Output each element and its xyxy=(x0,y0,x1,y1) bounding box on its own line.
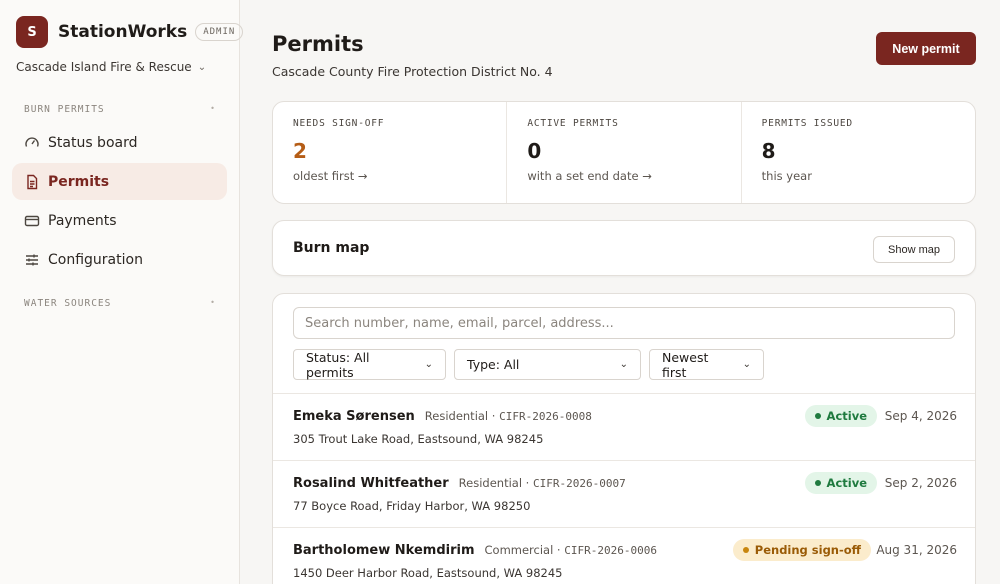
permit-type: Residential xyxy=(424,409,489,423)
sidebar-item-configuration[interactable]: Configuration xyxy=(12,241,227,278)
chevron-down-icon: ⌄ xyxy=(619,359,628,370)
section-burn-permits[interactable]: BURN PERMITS • xyxy=(24,104,216,115)
chevron-down-icon: ⌄ xyxy=(197,61,207,73)
permit-row[interactable]: Rosalind Whitfeather Residential · CIFR-2… xyxy=(273,460,975,527)
sidebar-item-status-board[interactable]: Status board xyxy=(12,124,227,161)
status-badge: Active xyxy=(804,405,877,427)
permit-date: Sep 4, 2026 xyxy=(884,409,957,423)
select-value: Newest first xyxy=(662,349,709,380)
permit-name: Emeka Sørensen xyxy=(293,409,415,424)
stat-value: 2 xyxy=(293,139,307,163)
permit-meta: Residential · CIFR-2026-0007 xyxy=(458,476,626,490)
stats-panel: NEEDS SIGN-OFF 2 oldest first → ACTIVE P… xyxy=(272,101,976,204)
show-map-button[interactable]: Show map xyxy=(873,236,955,263)
collapse-dot-icon: • xyxy=(210,298,216,307)
status-dot-icon xyxy=(742,547,749,553)
permit-name-line: Rosalind Whitfeather Residential · CIFR-2… xyxy=(293,476,626,491)
sidebar-item-label: Configuration xyxy=(48,251,143,268)
gauge-icon xyxy=(24,135,40,151)
status-text: Active xyxy=(826,409,867,423)
role-badge: ADMIN xyxy=(195,23,244,41)
sidebar-item-label: Payments xyxy=(48,212,117,229)
stat-link[interactable]: with a set end date → xyxy=(527,169,720,183)
stat-value: 0 xyxy=(527,139,542,163)
document-icon xyxy=(24,174,40,190)
credit-card-icon xyxy=(24,213,40,229)
permit-number: CIFR-2026-0008 xyxy=(499,410,592,423)
permit-meta: Residential · CIFR-2026-0008 xyxy=(424,409,592,423)
permit-name: Rosalind Whitfeather xyxy=(293,476,449,491)
permit-row[interactable]: Emeka Sørensen Residential · CIFR-2026-00… xyxy=(273,393,975,460)
app-name: StationWorks xyxy=(58,22,188,42)
permit-list-card: Search number, name, email, parcel, addr… xyxy=(272,293,976,584)
permit-number: CIFR-2026-0007 xyxy=(533,477,626,490)
brand[interactable]: S StationWorks ADMIN xyxy=(16,16,244,48)
permit-name: Bartholomew Nkemdirim xyxy=(293,543,475,558)
burn-map-title: Burn map xyxy=(293,240,370,256)
org-name: Cascade Island Fire & Rescue xyxy=(16,60,192,74)
status-filter-select[interactable]: Status: All permits ⌄ xyxy=(293,349,446,380)
type-filter-select[interactable]: Type: All ⌄ xyxy=(454,349,641,380)
sort-select[interactable]: Newest first ⌄ xyxy=(649,349,764,380)
stat-value: 8 xyxy=(761,139,776,163)
permit-address: 1450 Deer Harbor Road, Eastsound, WA 982… xyxy=(293,566,563,580)
stat-needs-signoff[interactable]: NEEDS SIGN-OFF 2 oldest first → xyxy=(273,102,508,203)
permit-number: CIFR-2026-0006 xyxy=(564,544,657,557)
stat-label: PERMITS ISSUED xyxy=(761,118,853,129)
app-logo: S xyxy=(16,16,48,48)
permit-date: Aug 31, 2026 xyxy=(876,543,957,557)
chevron-down-icon: ⌄ xyxy=(742,359,751,370)
permit-address: 305 Trout Lake Road, Eastsound, WA 98245 xyxy=(293,432,544,446)
sidebar-item-label: Status board xyxy=(48,134,138,151)
select-value: Status: All permits xyxy=(306,349,370,380)
page-title: Permits xyxy=(272,32,364,56)
stat-link[interactable]: oldest first → xyxy=(293,169,486,183)
permit-row[interactable]: Bartholomew Nkemdirim Commercial · CIFR-2… xyxy=(273,527,975,584)
permit-date: Sep 2, 2026 xyxy=(884,476,957,490)
burn-map-card: Burn map Show map xyxy=(272,220,976,276)
permit-meta: Commercial · CIFR-2026-0006 xyxy=(484,543,657,557)
permit-type: Residential xyxy=(458,476,523,490)
section-water-sources[interactable]: WATER SOURCES • xyxy=(24,298,216,309)
status-badge: Active xyxy=(804,472,877,494)
stat-label: NEEDS SIGN-OFF xyxy=(293,118,385,129)
sidebar-item-label: Permits xyxy=(48,173,110,190)
select-value: Type: All xyxy=(467,357,520,372)
chevron-down-icon: ⌄ xyxy=(424,359,433,370)
sidebar-item-payments[interactable]: Payments xyxy=(12,202,227,239)
org-switcher[interactable]: Cascade Island Fire & Rescue ⌄ xyxy=(16,60,206,74)
sidebar-item-permits[interactable]: Permits xyxy=(12,163,227,200)
collapse-dot-icon: • xyxy=(210,104,216,113)
sliders-icon xyxy=(24,252,40,268)
permit-type: Commercial xyxy=(484,543,554,557)
status-text: Pending sign-off xyxy=(754,543,861,557)
permit-address: 77 Boyce Road, Friday Harbor, WA 98250 xyxy=(293,499,531,513)
page-subtitle: Cascade County Fire Protection District … xyxy=(272,64,553,79)
status-dot-icon xyxy=(814,413,821,419)
section-label: WATER SOURCES xyxy=(24,298,112,309)
status-text: Active xyxy=(826,476,867,490)
permit-name-line: Emeka Sørensen Residential · CIFR-2026-00… xyxy=(293,409,592,424)
stat-label: ACTIVE PERMITS xyxy=(527,118,619,129)
search-input[interactable]: Search number, name, email, parcel, addr… xyxy=(293,307,955,339)
sidebar: S StationWorks ADMIN Cascade Island Fire… xyxy=(0,0,244,584)
new-permit-button[interactable]: New permit xyxy=(876,32,976,65)
stat-active-permits[interactable]: ACTIVE PERMITS 0 with a set end date → xyxy=(507,102,742,203)
status-dot-icon xyxy=(814,480,821,486)
stat-note: this year xyxy=(761,169,812,183)
stat-permits-issued: PERMITS ISSUED 8 this year xyxy=(742,102,975,203)
section-label: BURN PERMITS xyxy=(24,104,105,115)
status-badge: Pending sign-off xyxy=(732,539,871,561)
permit-name-line: Bartholomew Nkemdirim Commercial · CIFR-2… xyxy=(293,543,657,558)
